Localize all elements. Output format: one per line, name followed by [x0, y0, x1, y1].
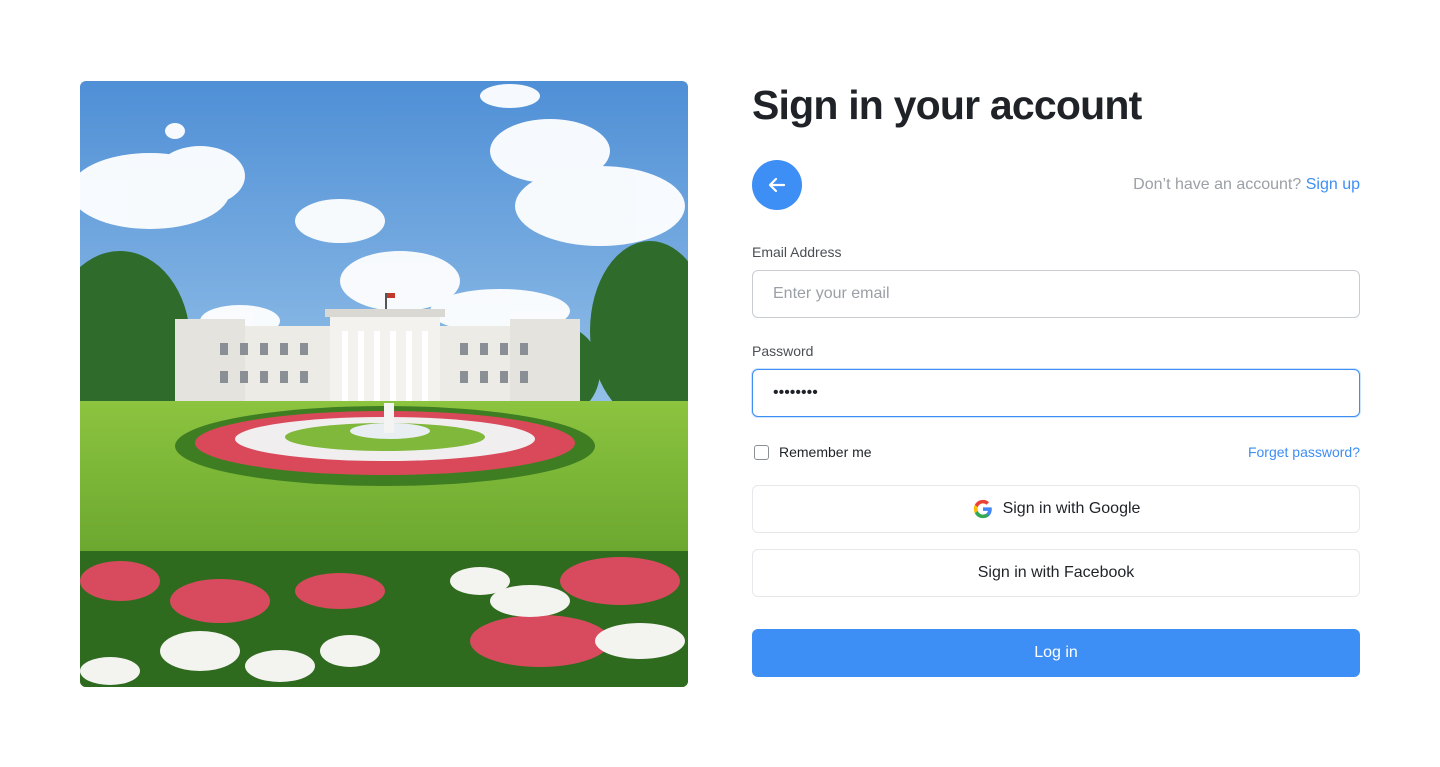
forget-password-link[interactable]: Forget password? [1248, 444, 1360, 460]
password-label: Password [752, 343, 814, 359]
signup-prompt: Don’t have an account? [1133, 176, 1302, 193]
options-row: Remember me Forget password? [752, 443, 1360, 461]
back-button[interactable] [752, 160, 802, 210]
password-field[interactable] [752, 369, 1360, 417]
arrow-left-icon [768, 177, 786, 193]
google-signin-button[interactable]: Sign in with Google [752, 485, 1360, 533]
remember-checkbox[interactable] [754, 444, 769, 460]
login-button-label: Log in [1034, 644, 1078, 661]
page-title: Sign in your account [752, 82, 1142, 128]
google-button-label: Sign in with Google [1002, 500, 1141, 517]
garden-building-illustration [80, 81, 688, 687]
remember-me[interactable]: Remember me [752, 444, 872, 460]
hero-image [80, 81, 688, 687]
sign-in-page: Sign in your account Don’t have an accou… [0, 0, 1440, 767]
login-button[interactable]: Log in [752, 629, 1360, 677]
facebook-signin-button[interactable]: Sign in with Facebook [752, 549, 1360, 597]
email-field[interactable] [752, 270, 1360, 318]
remember-label: Remember me [779, 444, 872, 460]
facebook-button-label: Sign in with Facebook [977, 564, 1135, 581]
nav-row: Don’t have an account? Sign up [752, 160, 1360, 210]
sign-in-form: Sign in your account Don’t have an accou… [752, 81, 1360, 677]
email-label: Email Address [752, 244, 842, 260]
google-icon [973, 499, 992, 519]
signup-prompt-line: Don’t have an account? Sign up [1133, 176, 1360, 194]
signup-link[interactable]: Sign up [1306, 176, 1360, 193]
